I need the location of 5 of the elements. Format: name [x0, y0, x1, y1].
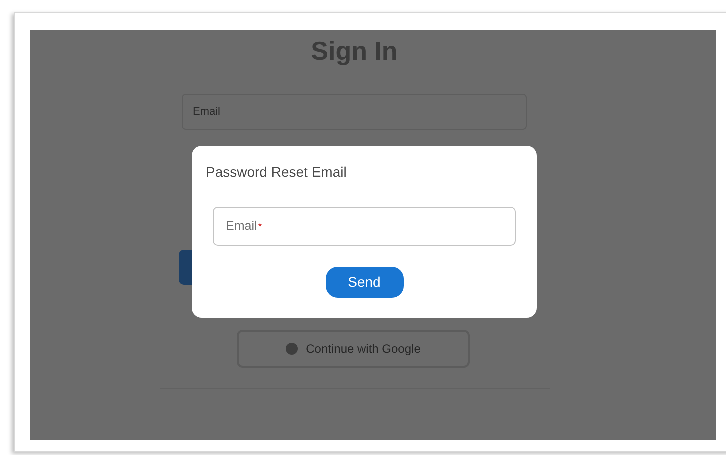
- google-sign-in-button[interactable]: Continue with Google: [237, 330, 470, 368]
- dialog-title: Password Reset Email: [206, 163, 348, 182]
- email-field[interactable]: Email: [182, 94, 527, 130]
- send-button[interactable]: Send: [326, 267, 404, 298]
- email-field[interactable]: Email*: [213, 207, 516, 246]
